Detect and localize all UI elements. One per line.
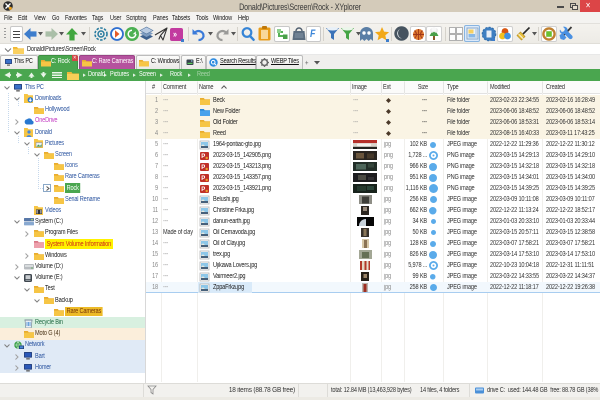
svg-text:P: P <box>201 165 205 171</box>
svg-text:P: P <box>201 176 205 182</box>
svg-text:P: P <box>201 154 205 160</box>
svg-text:P: P <box>201 187 205 193</box>
